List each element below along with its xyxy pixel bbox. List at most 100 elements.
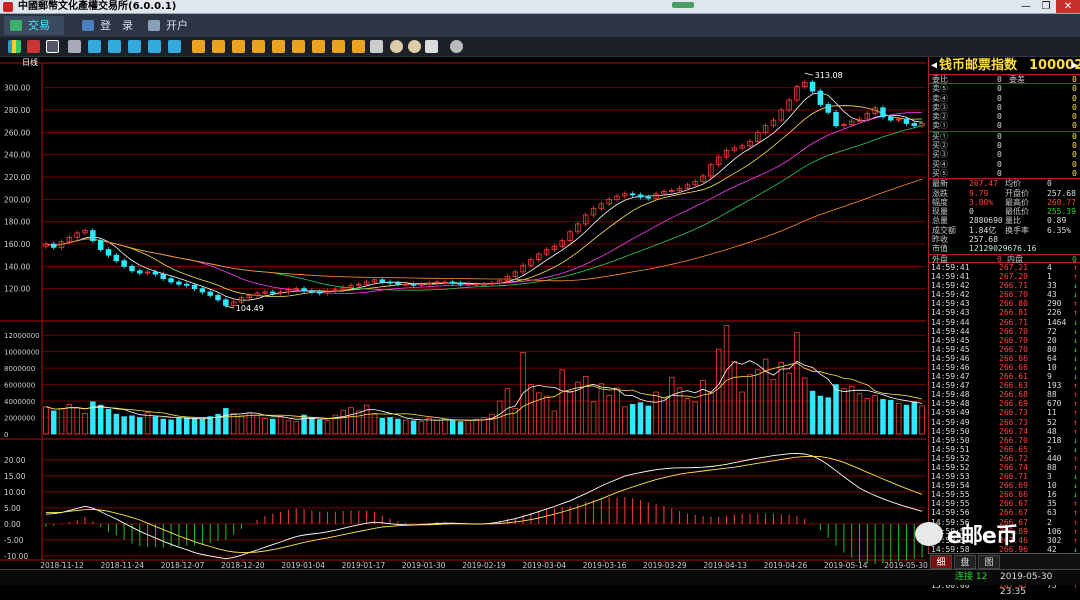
indicator-7-icon[interactable]	[312, 40, 325, 53]
tick-row[interactable]: 14:59:43 266.81 226 ↑	[929, 308, 1080, 317]
indicator-4-icon[interactable]	[252, 40, 265, 53]
tab-login[interactable]: 登 录	[76, 16, 136, 35]
tick-row[interactable]: 14:59:48 266.69 670 ↑	[929, 399, 1080, 408]
tick-row[interactable]: 14:59:51 266.65 2 ↓	[929, 445, 1080, 454]
date-label: 2019-04-26	[764, 561, 808, 569]
arrow-up-icon: ↑	[1073, 408, 1078, 418]
ask-row: 卖③ 0 0	[929, 103, 1080, 112]
season-period-icon[interactable]	[148, 40, 161, 53]
gear-icon[interactable]	[450, 40, 463, 53]
tick-row[interactable]: 14:59:49 266.73 11 ↑	[929, 408, 1080, 417]
window-drag-handle[interactable]	[672, 2, 694, 8]
tick-row[interactable]: 14:59:48 266.68 88 ↑	[929, 390, 1080, 399]
volume-bar	[731, 361, 738, 435]
tick-row[interactable]: 14:59:56 266.67 63 ↑	[929, 508, 1080, 517]
tick-row[interactable]: 14:59:55 266.66 16 ↓	[929, 490, 1080, 499]
tick-row[interactable]: 14:59:42 266.71 33 ↓	[929, 281, 1080, 290]
tick-row[interactable]: 14:59:54 266.69 10 ↓	[929, 481, 1080, 490]
tick-row[interactable]: 14:59:45 266.70 80 ↓	[929, 345, 1080, 354]
candle-body	[903, 118, 910, 124]
candle-body	[880, 107, 886, 118]
volume-bar	[817, 395, 824, 435]
year-period-icon[interactable]	[168, 40, 181, 53]
indicator-2-icon[interactable]	[212, 40, 225, 53]
tick-row[interactable]: 14:59:46 266.66 64 ↓	[929, 354, 1080, 363]
volume-bar	[270, 418, 276, 435]
tick-row[interactable]: 14:59:45 266.70 20 ↓	[929, 336, 1080, 345]
tick-time: 14:59:50	[931, 435, 970, 445]
kline-chart[interactable]: 300.00 280.00 260.00 240.00 220.00 200.00 180.…	[0, 57, 928, 569]
tab-trade[interactable]: 交易	[4, 16, 64, 35]
indicator-5-icon[interactable]	[272, 40, 285, 53]
tab-label: 开户	[166, 19, 188, 32]
tab-chart[interactable]: 图	[978, 555, 1000, 569]
date-label: 2019-05-14	[824, 561, 868, 569]
month-period-icon[interactable]	[128, 40, 141, 53]
volume-bar	[739, 391, 745, 435]
volume-bar	[551, 410, 558, 435]
prev-instrument-button[interactable]: ◀	[931, 57, 937, 75]
tick-time: 14:59:51	[931, 444, 970, 454]
tick-row[interactable]: 14:59:50 266.74 48 ↑	[929, 427, 1080, 436]
tick-row[interactable]: 14:59:52 266.74 88 ↑	[929, 463, 1080, 472]
volume-bar	[528, 384, 534, 435]
indicator-1-icon[interactable]	[192, 40, 205, 53]
tick-row[interactable]: 14:59:53 266.71 3 ↓	[929, 472, 1080, 481]
arrow-up-icon: ↑	[1073, 463, 1078, 472]
tick-row[interactable]: 14:59:55 266.67 35 ↑	[929, 499, 1080, 508]
chart-svg[interactable]: 300.00 280.00 260.00 240.00 220.00 200.00 180.…	[0, 57, 928, 569]
tab-open-account[interactable]: 开户	[142, 16, 202, 35]
tick-row[interactable]: 14:59:41 267.20 1 ↑	[929, 272, 1080, 281]
annotations: 313.08 104.49	[225, 71, 843, 313]
macd-dea-line	[45, 455, 923, 554]
table-icon[interactable]	[370, 40, 383, 53]
tick-row[interactable]: 14:59:42 266.70 43 ↓	[929, 290, 1080, 299]
stat-label: 市值	[932, 244, 948, 254]
tick-row[interactable]: 14:59:50 266.70 218 ↓	[929, 436, 1080, 445]
line-chart-icon[interactable]	[27, 40, 40, 53]
candlestick-icon[interactable]	[46, 40, 59, 53]
price-tick-label: 260.00	[4, 128, 30, 137]
indicator-9-icon[interactable]	[352, 40, 365, 53]
volume-bar	[903, 404, 910, 435]
tick-row[interactable]: 14:59:44 266.71 1464 ↓	[929, 318, 1080, 327]
zoom-in-icon[interactable]	[390, 40, 403, 53]
tab-detail[interactable]: 细	[930, 555, 952, 569]
volume-bar	[661, 397, 667, 435]
tick-volume: 64	[1047, 353, 1057, 363]
draw-tool-icon[interactable]	[425, 40, 438, 53]
minute-chart-icon[interactable]	[68, 40, 81, 53]
bar-chart-icon[interactable]	[8, 40, 21, 53]
next-instrument-button[interactable]: ▶	[1072, 57, 1078, 75]
tick-row[interactable]: 14:59:49 266.73 52 ↑	[929, 418, 1080, 427]
close-button[interactable]: ✕	[1056, 0, 1080, 13]
tick-row[interactable]: 14:59:44 266.70 72 ↓	[929, 327, 1080, 336]
watermark: e邮e币	[915, 518, 1030, 552]
week-period-icon[interactable]	[108, 40, 121, 53]
indicator-8-icon[interactable]	[332, 40, 345, 53]
tick-row[interactable]: 14:59:52 266.72 440 ↑	[929, 454, 1080, 463]
tick-row[interactable]: 14:59:41 267.21 4 ↑	[929, 263, 1080, 272]
indicator-3-icon[interactable]	[232, 40, 245, 53]
stat-row: 总量 2880690 量比 0.89	[929, 216, 1080, 225]
tick-row[interactable]: 14:59:47 266.61 9 ↓	[929, 372, 1080, 381]
tick-price: 266.71	[999, 317, 1028, 327]
tick-time: 14:59:47	[931, 372, 970, 382]
tick-row[interactable]: 14:59:47 266.63 193 ↑	[929, 381, 1080, 390]
tick-price: 266.73	[999, 408, 1028, 418]
maximize-button[interactable]: ❐	[1036, 0, 1056, 13]
volume-bar	[457, 421, 464, 435]
stat-row: 成交额 1.84亿 换手率 6.35%	[929, 226, 1080, 235]
tick-row[interactable]: 14:59:46 266.66 10 ↓	[929, 363, 1080, 372]
tab-book[interactable]: 盘	[954, 555, 976, 569]
arrow-down-icon: ↓	[1073, 435, 1078, 445]
candle-body	[379, 279, 386, 283]
volume-bar	[645, 405, 652, 435]
tick-price: 266.74	[999, 463, 1028, 472]
zoom-out-icon[interactable]	[408, 40, 421, 53]
tick-row[interactable]: 14:59:43 266.80 290 ↑	[929, 299, 1080, 308]
day-period-icon[interactable]	[88, 40, 101, 53]
minimize-button[interactable]: —	[1016, 0, 1036, 13]
indicator-6-icon[interactable]	[292, 40, 305, 53]
volume-bar	[559, 369, 565, 435]
